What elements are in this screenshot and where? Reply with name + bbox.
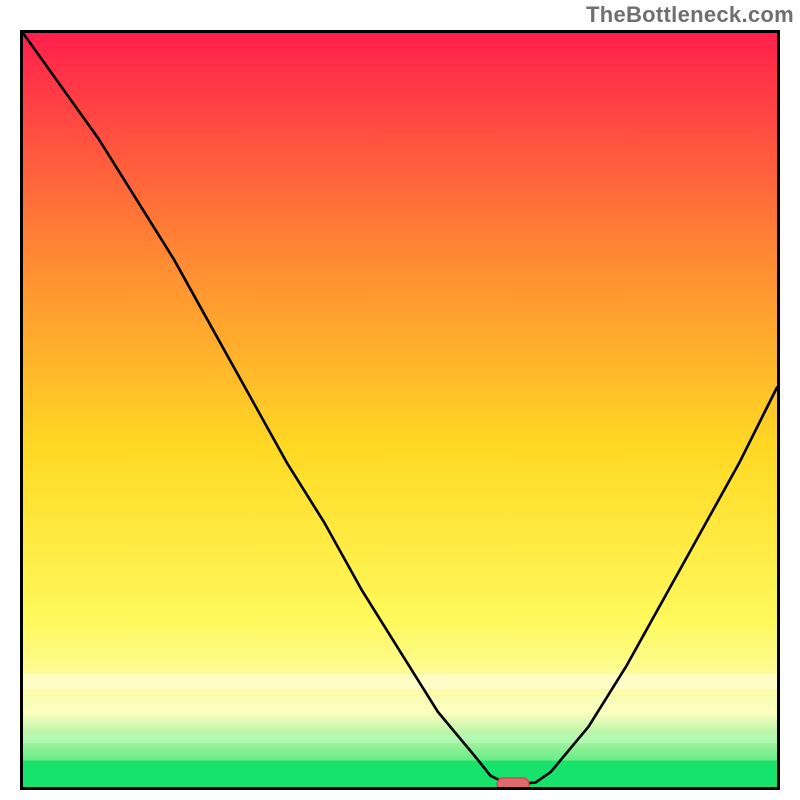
plot-area xyxy=(20,30,780,790)
optimum-marker xyxy=(23,33,777,787)
watermark-text: TheBottleneck.com xyxy=(586,2,794,28)
chart-frame: TheBottleneck.com xyxy=(0,0,800,800)
